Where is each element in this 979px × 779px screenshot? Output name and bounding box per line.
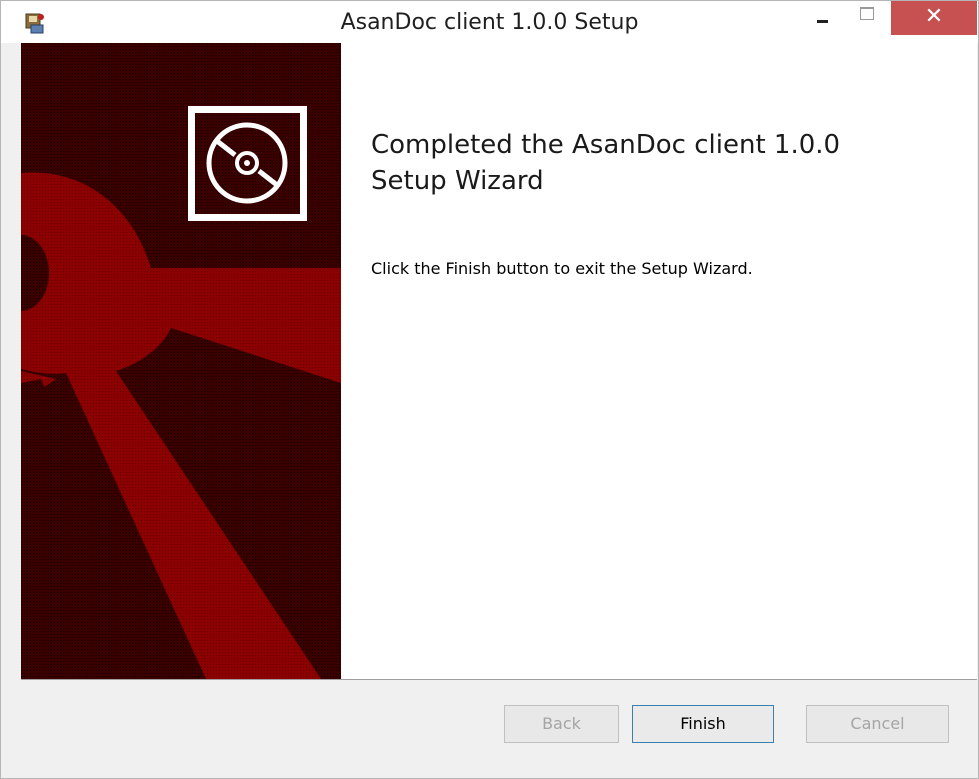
maximize-icon: [860, 7, 874, 20]
close-button[interactable]: ✕: [891, 1, 977, 35]
wizard-banner-image: [21, 43, 341, 679]
heading-line-2: Setup Wizard: [371, 166, 544, 196]
minimize-button[interactable]: [809, 1, 839, 33]
back-button[interactable]: Back: [504, 705, 619, 743]
completion-heading: Completed the AsanDoc client 1.0.0 Setup…: [371, 127, 931, 199]
footer-divider: [21, 679, 977, 680]
finish-button[interactable]: Finish: [632, 705, 774, 743]
maximize-button[interactable]: [853, 1, 883, 33]
heading-line-1: Completed the AsanDoc client 1.0.0: [371, 130, 841, 160]
minimize-icon: [817, 20, 828, 23]
setup-window: AsanDoc client 1.0.0 Setup ✕ Completed t…: [0, 0, 979, 779]
title-bar[interactable]: AsanDoc client 1.0.0 Setup ✕: [1, 1, 978, 43]
close-icon: ✕: [924, 4, 944, 29]
cancel-button[interactable]: Cancel: [806, 705, 949, 743]
completion-message: Click the Finish button to exit the Setu…: [371, 259, 753, 278]
wizard-content: Completed the AsanDoc client 1.0.0 Setup…: [21, 43, 977, 679]
